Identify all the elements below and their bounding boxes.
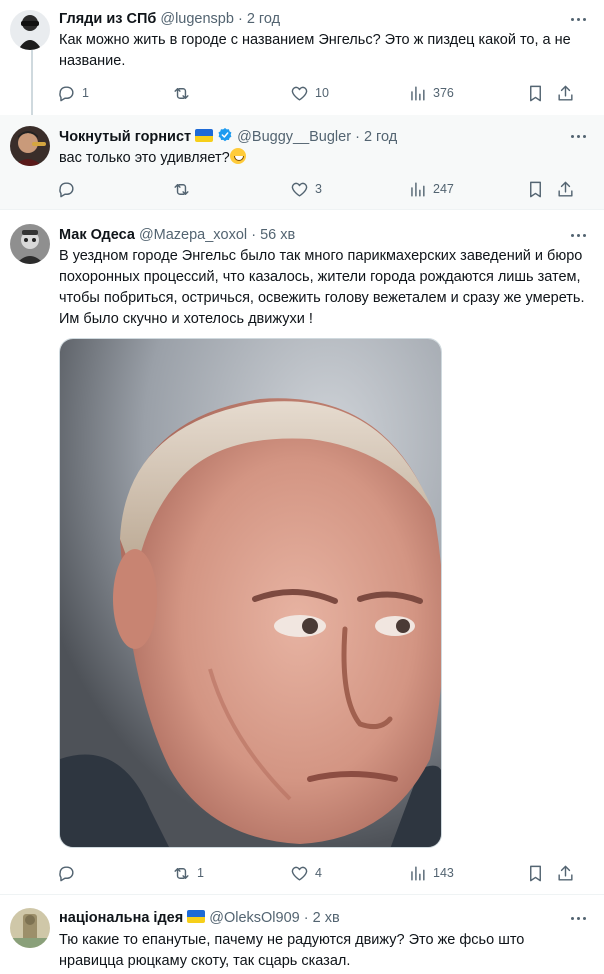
username[interactable]: @Mazepa_xoxol (139, 227, 247, 243)
views-count: 376 (433, 86, 454, 100)
bookmark-icon (530, 865, 541, 881)
tweet-header: Мак Одеса @Mazepa_xoxol · 56 хв (59, 226, 574, 244)
ukraine-flag-icon (187, 910, 206, 923)
action-bar: 1 4 143 (52, 860, 594, 886)
tweet-photo[interactable] (59, 338, 442, 848)
avatar[interactable] (10, 908, 50, 948)
tweet-text: Как можно жить в городе с названием Энге… (59, 32, 571, 69)
views-count: 143 (433, 866, 454, 880)
reply-icon (59, 85, 74, 101)
reply-icon (59, 181, 74, 197)
views-icon (411, 181, 425, 197)
reply-icon (59, 865, 74, 881)
views-button[interactable]: 143 (408, 860, 454, 886)
views-button[interactable]: 247 (408, 176, 454, 202)
grinning-emoji-icon (229, 148, 246, 164)
separator-dot: · (303, 910, 309, 926)
avatar[interactable] (10, 224, 50, 264)
bookmark-icon (530, 181, 541, 197)
share-icon (558, 865, 573, 881)
avatar[interactable] (10, 10, 50, 50)
display-name[interactable]: Гляди из СПб (59, 11, 156, 27)
views-button[interactable]: 376 (408, 80, 454, 106)
like-count: 3 (315, 182, 322, 196)
views-icon (411, 85, 425, 101)
timestamp[interactable]: 2 хв (313, 910, 340, 926)
display-name[interactable]: Мак Одеса (59, 227, 135, 243)
more-icon[interactable] (568, 226, 588, 244)
action-bar: 3 247 (52, 176, 594, 202)
username[interactable]: @OleksOl909 (209, 910, 299, 926)
username[interactable]: @Buggy__Bugler (237, 129, 351, 145)
tweet-2[interactable]: Чокнутый горнист @Buggy__Bugler · 2 год … (0, 115, 604, 210)
bookmark-button[interactable] (526, 176, 545, 202)
display-name[interactable]: Чокнутый горнист (59, 129, 191, 145)
like-button[interactable]: 3 (290, 176, 322, 202)
tweet-header: національна ідея @OleksOl909 · 2 хв (59, 909, 574, 927)
heart-icon (291, 866, 308, 881)
views-count: 247 (433, 182, 454, 196)
timestamp[interactable]: 2 год (247, 11, 280, 27)
portrait-photo (60, 339, 441, 847)
repost-icon (174, 183, 189, 195)
repost-button[interactable]: 1 (172, 860, 204, 886)
tweet-3[interactable]: Мак Одеса @Mazepa_xoxol · 56 хв В уездно… (0, 211, 604, 895)
tweet-text: Тю какие то епанутые, пачему не радуются… (59, 932, 525, 969)
ukraine-flag-icon (195, 129, 214, 142)
views-icon (411, 865, 425, 881)
reply-count: 1 (82, 86, 89, 100)
repost-count: 1 (197, 866, 204, 880)
timestamp[interactable]: 56 хв (260, 227, 295, 243)
like-count: 10 (315, 86, 329, 100)
like-button[interactable]: 4 (290, 860, 322, 886)
like-count: 4 (315, 866, 322, 880)
share-button[interactable] (556, 860, 575, 886)
tweet-4[interactable]: національна ідея @OleksOl909 · 2 хв Тю к… (0, 896, 604, 974)
reply-button[interactable] (57, 176, 82, 202)
tweet-1[interactable]: Гляди из СПб @lugenspb · 2 год Как можно… (0, 0, 604, 118)
separator-dot: · (355, 129, 360, 145)
more-icon[interactable] (568, 909, 588, 927)
tweet-text: вас только это удивляет? (59, 150, 230, 166)
heart-icon (291, 182, 308, 197)
display-name[interactable]: національна ідея (59, 910, 183, 926)
repost-icon (174, 87, 189, 99)
bookmark-button[interactable] (526, 80, 545, 106)
share-icon (558, 181, 573, 197)
share-button[interactable] (556, 176, 575, 202)
reply-button[interactable]: 1 (57, 80, 89, 106)
share-button[interactable] (556, 80, 575, 106)
tweet-text-row: вас только это удивляет? (59, 148, 590, 169)
share-icon (558, 85, 573, 101)
thread-line (31, 50, 33, 118)
bookmark-icon (530, 85, 541, 101)
reply-button[interactable] (57, 860, 82, 886)
verified-badge-icon (218, 128, 232, 142)
tweet-text: В уездном городе Энгельс было так много … (59, 248, 585, 327)
bookmark-button[interactable] (526, 860, 545, 886)
like-button[interactable]: 10 (290, 80, 329, 106)
repost-button[interactable] (172, 80, 197, 106)
repost-icon (174, 867, 189, 879)
timestamp[interactable]: 2 год (364, 129, 397, 145)
action-bar: 1 10 376 (52, 80, 594, 106)
username[interactable]: @lugenspb (160, 11, 234, 27)
more-icon[interactable] (568, 10, 588, 28)
avatar[interactable] (10, 126, 50, 166)
more-icon[interactable] (568, 127, 588, 145)
tweet-header: Гляди из СПб @lugenspb · 2 год (59, 10, 574, 28)
repost-button[interactable] (172, 176, 197, 202)
heart-icon (291, 86, 308, 101)
separator-dot: · (251, 227, 257, 243)
separator-dot: · (237, 11, 243, 27)
tweet-header: Чокнутый горнист @Buggy__Bugler · 2 год (59, 127, 574, 146)
